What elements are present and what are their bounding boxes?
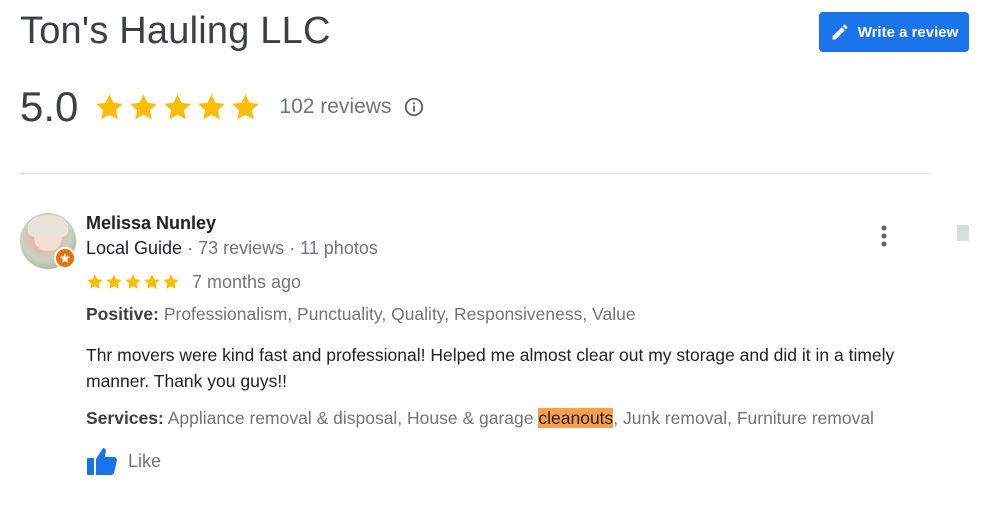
services-after: , Junk removal, Furniture removal bbox=[613, 408, 874, 428]
review-text: Thr movers were kind fast and profession… bbox=[86, 345, 895, 391]
like-button[interactable]: Like bbox=[86, 446, 161, 476]
positive-value: Professionalism, Punctuality, Quality, R… bbox=[158, 304, 636, 324]
positive-attributes: Positive: Professionalism, Punctuality, … bbox=[86, 304, 636, 325]
star-icon bbox=[105, 273, 123, 291]
positive-label: Positive: bbox=[86, 304, 159, 324]
review-stars bbox=[86, 273, 180, 291]
avatar[interactable] bbox=[20, 213, 76, 269]
local-guide-badge-icon bbox=[54, 247, 76, 269]
star-icon bbox=[128, 92, 159, 123]
services-before: Appliance removal & disposal, House & ga… bbox=[163, 408, 539, 428]
reviewer-name[interactable]: Melissa Nunley bbox=[86, 213, 216, 234]
write-review-label: Write a review bbox=[857, 23, 959, 41]
star-icon bbox=[162, 92, 193, 123]
info-icon[interactable] bbox=[403, 96, 425, 118]
write-review-button[interactable]: Write a review bbox=[819, 12, 969, 52]
more-options-button[interactable] bbox=[870, 222, 898, 250]
like-label: Like bbox=[128, 450, 162, 471]
services-highlight: cleanouts bbox=[538, 408, 614, 428]
pencil-icon bbox=[830, 22, 850, 42]
review-rating-row: 7 months ago bbox=[86, 270, 301, 294]
scrollbar[interactable] bbox=[957, 225, 969, 241]
star-icon bbox=[230, 92, 261, 123]
review-panel: Ton's Hauling LLC Write a review 5.0 102… bbox=[0, 0, 995, 505]
rating-summary: 5.0 102 reviews bbox=[20, 82, 425, 132]
thumbs-up-icon bbox=[86, 446, 128, 476]
star-icon bbox=[143, 273, 161, 291]
divider bbox=[20, 173, 930, 174]
services-label: Services: bbox=[86, 408, 164, 428]
review-date: 7 months ago bbox=[192, 271, 302, 292]
reviewer-stats: · 73 reviews · 11 photos bbox=[182, 238, 378, 258]
star-icon bbox=[196, 92, 227, 123]
local-guide-label: Local Guide bbox=[86, 238, 183, 258]
rating-score: 5.0 bbox=[20, 83, 79, 130]
star-icon bbox=[94, 92, 125, 123]
review-count[interactable]: 102 reviews bbox=[279, 95, 391, 119]
business-name: Ton's Hauling LLC bbox=[20, 10, 331, 52]
reviewer-meta: Local Guide · 73 reviews · 11 photos bbox=[86, 238, 378, 259]
star-icon bbox=[162, 273, 180, 291]
more-vert-icon bbox=[881, 225, 887, 247]
rating-stars bbox=[94, 92, 261, 123]
star-icon bbox=[86, 273, 104, 291]
star-icon bbox=[124, 273, 142, 291]
services-line: Services: Appliance removal & disposal, … bbox=[86, 408, 874, 429]
